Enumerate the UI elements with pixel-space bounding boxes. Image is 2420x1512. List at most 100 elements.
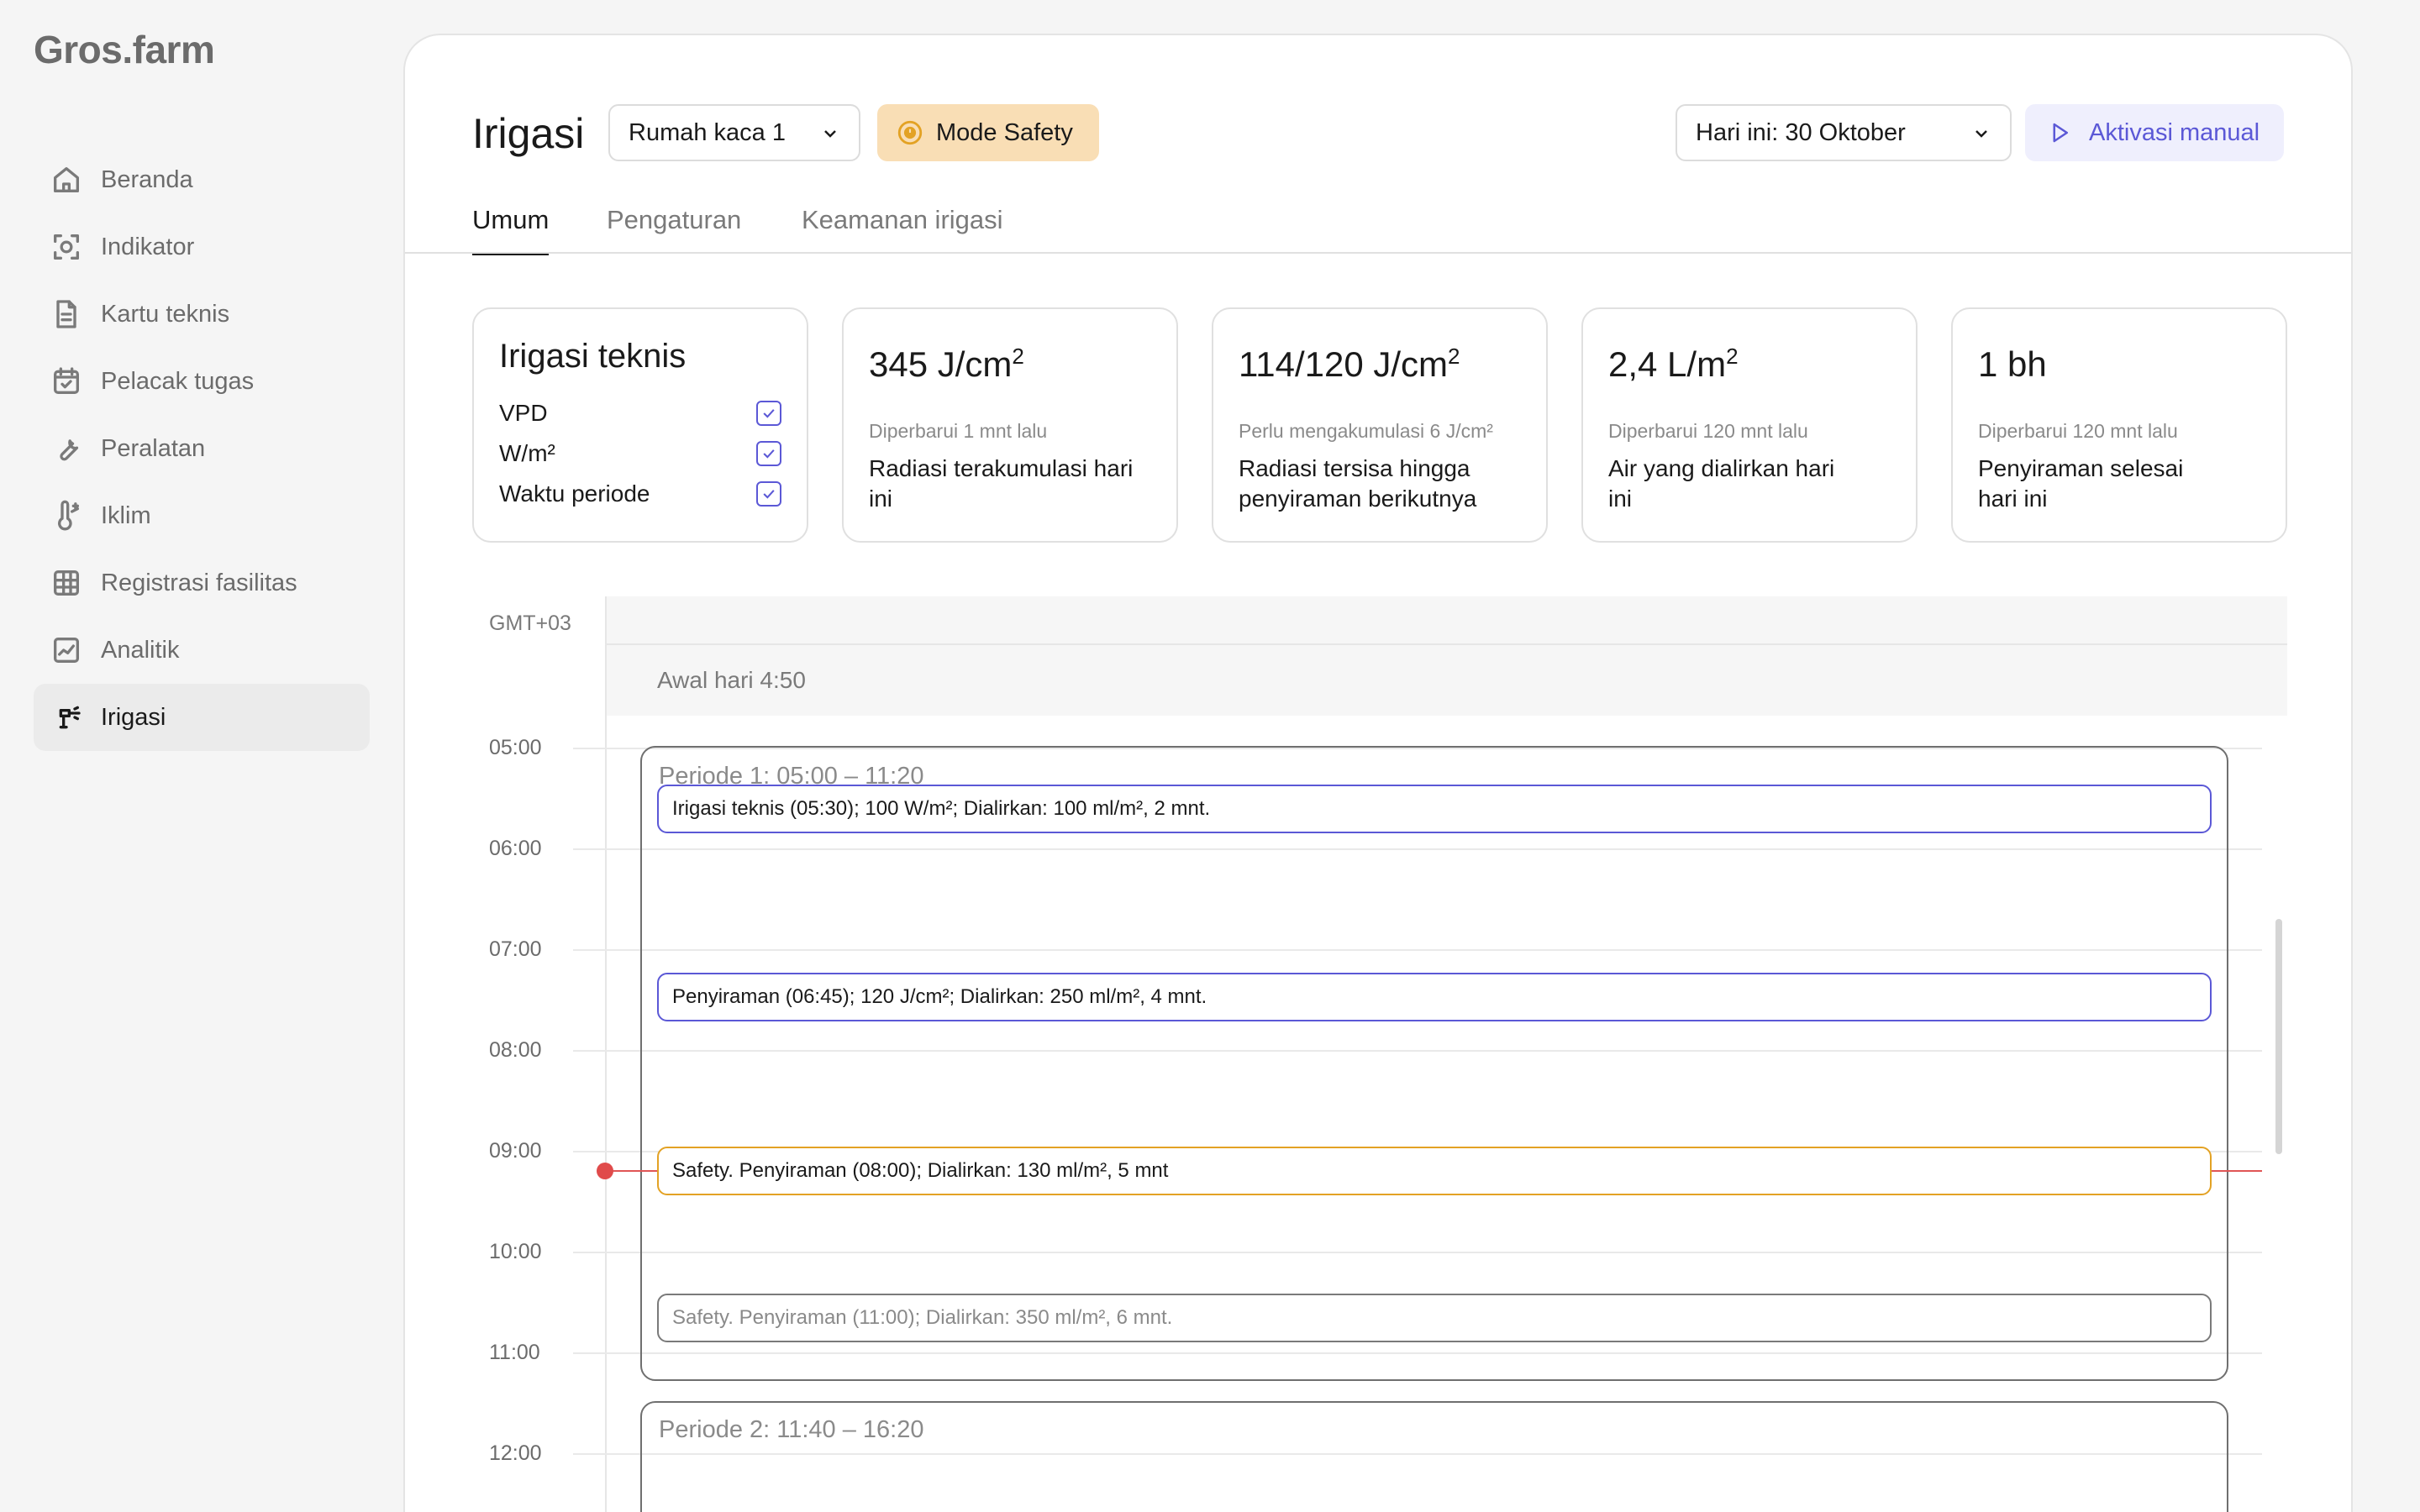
hour-label: 05:00 (489, 736, 542, 759)
tab-umum[interactable]: Umum (472, 195, 550, 255)
time-axis-line (605, 596, 607, 1512)
stat-value: 1 bh (1978, 344, 2047, 384)
check-label: Waktu periode (499, 480, 650, 507)
tabs-divider (405, 252, 2351, 254)
chevron-down-icon (1971, 123, 1991, 143)
irrigation-event[interactable]: Penyiraman (06:45); 120 J/cm²; Dialirkan… (657, 973, 2212, 1021)
sidebar-item-label: Kartu teknis (101, 300, 230, 328)
check-row-period-time[interactable]: Waktu periode (499, 474, 781, 514)
sidebar-item-peralatan[interactable]: Peralatan (34, 415, 370, 482)
document-icon (49, 297, 84, 332)
hour-label: 11:00 (489, 1341, 540, 1364)
main-panel: Irigasi Rumah kaca 1 Mode Safety Hari in… (403, 34, 2353, 1512)
sidebar-item-beranda[interactable]: Beranda (34, 146, 370, 213)
scrollbar[interactable] (2275, 919, 2282, 1154)
hour-label: 09:00 (489, 1139, 542, 1163)
sidebar-item-kartu-teknis[interactable]: Kartu teknis (34, 281, 370, 348)
check-row-wm2[interactable]: W/m² (499, 433, 781, 474)
home-icon (49, 162, 84, 197)
hour-label: 08:00 (489, 1038, 542, 1062)
date-select[interactable]: Hari ini: 30 Oktober (1676, 104, 2012, 161)
manual-activation-button[interactable]: Aktivasi manual (2025, 104, 2284, 161)
stat-value: 2,4 L/m2 (1608, 344, 1739, 384)
card-title: Irigasi teknis (499, 338, 687, 375)
technical-irrigation-card: Irigasi teknis VPD W/m² Waktu periode (472, 307, 808, 543)
sidebar-item-label: Peralatan (101, 434, 206, 462)
stat-meta: Diperbarui 1 mnt lalu (869, 420, 1048, 442)
check-label: VPD (499, 400, 548, 426)
sprinkler-icon (49, 700, 84, 735)
stat-meta: Perlu mengakumulasi 6 J/cm² (1239, 420, 1493, 442)
stat-desc: Radiasi terakumulasi hari ini (869, 455, 1134, 512)
irrigation-event[interactable]: Irigasi teknis (05:30); 100 W/m²; Dialir… (657, 785, 2212, 833)
calendar-check-icon (49, 364, 84, 399)
chart-icon (49, 633, 84, 668)
check-row-vpd[interactable]: VPD (499, 393, 781, 433)
sidebar-item-pelacak-tugas[interactable]: Pelacak tugas (34, 348, 370, 415)
timezone-label: GMT+03 (489, 612, 571, 635)
page-header: Irigasi Rumah kaca 1 Mode Safety Hari in… (472, 104, 2284, 163)
page-title: Irigasi (472, 110, 585, 157)
sidebar-item-irigasi[interactable]: Irigasi (34, 684, 370, 751)
stat-card-water: 2,4 L/m2 Diperbarui 120 mnt lalu Air yan… (1581, 307, 1918, 543)
greenhouse-select-value: Rumah kaca 1 (629, 118, 786, 146)
grid-icon (49, 565, 84, 601)
sidebar-item-iklim[interactable]: Iklim (34, 482, 370, 549)
tab-keamanan-irigasi[interactable]: Keamanan irigasi (802, 195, 1003, 255)
sidebar: Beranda Indikator Kartu teknis Pelacak t… (34, 146, 370, 751)
chevron-down-icon (820, 123, 840, 143)
check-label: W/m² (499, 440, 555, 466)
stat-desc: Penyiraman selesai hari ini (1978, 455, 2184, 512)
day-start-band: Awal hari 4:50 (605, 645, 2287, 716)
period-block[interactable]: Periode 1: 05:00 – 11:20 (640, 746, 2228, 1381)
date-select-value: Hari ini: 30 Oktober (1696, 118, 1906, 146)
safety-irrigation-event[interactable]: Safety. Penyiraman (11:00); Dialirkan: 3… (657, 1294, 2212, 1342)
day-start-label: Awal hari 4:50 (657, 667, 806, 693)
hour-label: 12:00 (489, 1441, 542, 1465)
checkbox[interactable] (756, 401, 781, 426)
schedule-header (605, 596, 2287, 645)
summary-cards: Irigasi teknis VPD W/m² Waktu periode 34… (472, 307, 2287, 543)
stat-value: 345 J/cm2 (869, 344, 1024, 384)
hour-label: 07:00 (489, 937, 542, 961)
stat-meta: Diperbarui 120 mnt lalu (1978, 420, 2178, 442)
stat-desc: Air yang dialirkan hari ini (1608, 455, 1835, 512)
sidebar-item-label: Beranda (101, 165, 193, 193)
sidebar-item-label: Indikator (101, 233, 195, 260)
irrigation-schedule: GMT+03 Awal hari 4:50 05:00 06:00 07:00 … (472, 596, 2287, 1512)
stat-meta: Diperbarui 120 mnt lalu (1608, 420, 1808, 442)
sidebar-item-label: Iklim (101, 501, 151, 529)
safety-icon (897, 120, 923, 145)
hour-label: 10:00 (489, 1240, 542, 1263)
sidebar-item-label: Pelacak tugas (101, 367, 255, 395)
mode-safety-label: Mode Safety (936, 118, 1073, 146)
thermometer-icon (49, 498, 84, 533)
check-icon (763, 490, 775, 499)
stat-card-completed: 1 bh Diperbarui 120 mnt lalu Penyiraman … (1951, 307, 2287, 543)
hour-label: 06:00 (489, 837, 542, 860)
greenhouse-select[interactable]: Rumah kaca 1 (608, 104, 860, 161)
tabs: Umum Pengaturan Keamanan irigasi (472, 195, 2351, 255)
tab-pengaturan[interactable]: Pengaturan (607, 195, 741, 255)
check-icon (763, 449, 775, 459)
app-logo[interactable]: Gros.farm (34, 27, 215, 72)
indicator-icon (49, 229, 84, 265)
check-icon (763, 409, 775, 418)
safety-irrigation-event[interactable]: Safety. Penyiraman (08:00); Dialirkan: 1… (657, 1147, 2212, 1195)
current-time-dot (597, 1163, 613, 1179)
stat-value: 114/120 J/cm2 (1239, 344, 1460, 384)
sidebar-item-registrasi-fasilitas[interactable]: Registrasi fasilitas (34, 549, 370, 617)
sidebar-item-label: Analitik (101, 636, 180, 664)
checkbox[interactable] (756, 441, 781, 466)
stat-card-remaining-radiation: 114/120 J/cm2 Perlu mengakumulasi 6 J/cm… (1212, 307, 1548, 543)
period-title: Periode 2: 11:40 – 16:20 (659, 1416, 924, 1443)
period-block[interactable]: Periode 2: 11:40 – 16:20 (640, 1401, 2228, 1512)
checkbox[interactable] (756, 481, 781, 507)
wrench-icon (49, 431, 84, 466)
mode-safety-badge[interactable]: Mode Safety (877, 104, 1099, 161)
sidebar-item-label: Registrasi fasilitas (101, 569, 297, 596)
sidebar-item-label: Irigasi (101, 703, 166, 731)
manual-activation-label: Aktivasi manual (2089, 118, 2260, 146)
sidebar-item-analitik[interactable]: Analitik (34, 617, 370, 684)
sidebar-item-indikator[interactable]: Indikator (34, 213, 370, 281)
